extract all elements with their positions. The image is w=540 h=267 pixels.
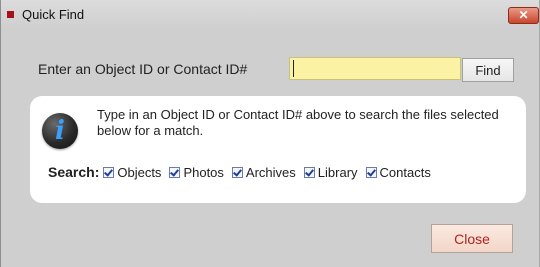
info-panel: i Type in an Object ID or Contact ID# ab… — [30, 96, 526, 203]
quick-find-window: Quick Find ✕ Enter an Object ID or Conta… — [0, 0, 540, 267]
checkbox-checked-icon[interactable] — [303, 166, 315, 178]
checkbox-checked-icon[interactable] — [365, 166, 377, 178]
find-button[interactable]: Find — [462, 58, 514, 82]
checkbox-checked-icon[interactable] — [103, 166, 115, 178]
checkbox-contacts[interactable]: Contacts — [365, 165, 431, 180]
title-bar: Quick Find ✕ — [1, 0, 539, 29]
info-text: Type in an Object ID or Contact ID# abov… — [97, 107, 499, 138]
checkbox-checked-icon[interactable] — [169, 166, 181, 178]
info-icon: i — [42, 113, 78, 149]
checkbox-photos[interactable]: Photos — [169, 165, 224, 180]
window-icon — [7, 11, 14, 18]
checkbox-checked-icon[interactable] — [231, 166, 243, 178]
search-label: Search: — [48, 164, 100, 180]
search-options: Search: Objects Photos Archives Library … — [48, 162, 439, 182]
id-prompt-label: Enter an Object ID or Contact ID# — [38, 61, 248, 77]
checkbox-objects[interactable]: Objects — [103, 165, 161, 180]
id-search-input[interactable] — [289, 57, 461, 80]
text-caret — [293, 60, 294, 77]
checkbox-archives[interactable]: Archives — [231, 165, 296, 180]
window-title: Quick Find — [22, 7, 85, 22]
close-button[interactable]: Close — [431, 224, 513, 253]
close-icon[interactable]: ✕ — [508, 7, 539, 24]
checkbox-library[interactable]: Library — [303, 165, 358, 180]
